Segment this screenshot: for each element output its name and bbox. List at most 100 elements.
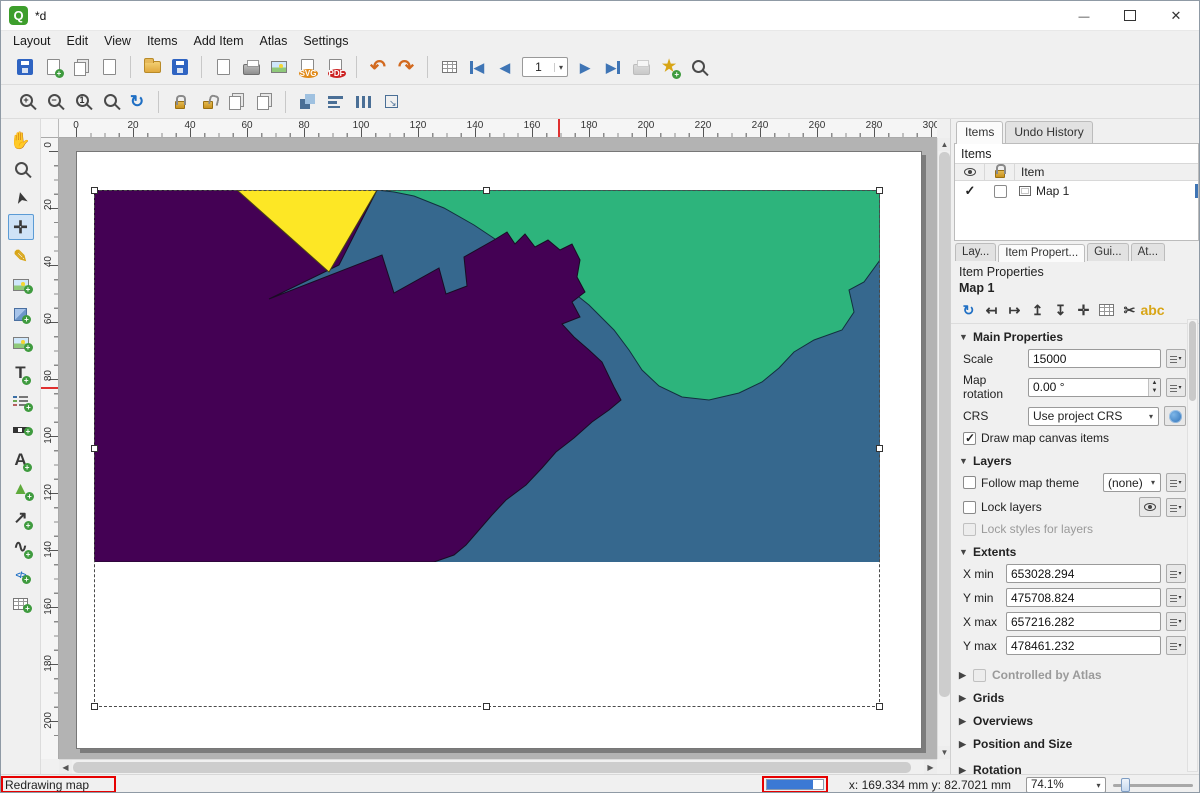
- tab-items[interactable]: Items: [956, 121, 1003, 144]
- y-max-input[interactable]: [1006, 636, 1161, 655]
- section-position-and-size[interactable]: Position and Size: [959, 737, 1186, 751]
- y-min-input[interactable]: [1006, 588, 1161, 607]
- clipping-settings-button[interactable]: ✂: [1118, 298, 1141, 321]
- lock-layers-checkbox[interactable]: [963, 501, 976, 514]
- atlas-prev-button[interactable]: ◀: [491, 53, 519, 81]
- add-html-tool-button[interactable]: </>+: [8, 562, 34, 588]
- canvas-vertical-scrollbar[interactable]: ▲ ▼: [937, 138, 950, 759]
- controlled-by-atlas-checkbox[interactable]: [973, 669, 986, 682]
- add-scalebar-tool-button[interactable]: +: [8, 417, 34, 443]
- vertical-scroll-thumb[interactable]: [939, 152, 950, 697]
- spin-down-icon[interactable]: ▼: [1149, 387, 1160, 396]
- set-canvas-scale-button[interactable]: ↧: [1049, 298, 1072, 321]
- view-map-extent-button[interactable]: ↦: [1003, 298, 1026, 321]
- export-image-button[interactable]: [265, 53, 293, 81]
- data-defined-override-button[interactable]: [1166, 378, 1186, 397]
- atlas-first-button[interactable]: ◀: [463, 53, 491, 81]
- add-map-tool-button[interactable]: +: [8, 272, 34, 298]
- atlas-last-button[interactable]: ▶: [599, 53, 627, 81]
- add-table-tool-button[interactable]: +: [8, 591, 34, 617]
- add-shape-tool-button[interactable]: ▲+: [8, 475, 34, 501]
- section-overviews[interactable]: Overviews: [959, 714, 1186, 728]
- menu-item-settings[interactable]: Settings: [295, 32, 356, 50]
- tab-item-properties[interactable]: Item Propert...: [998, 244, 1085, 262]
- item-row-map1[interactable]: Map 1: [955, 181, 1198, 201]
- tab-atlas[interactable]: At...: [1131, 243, 1165, 261]
- map-rotation-input[interactable]: [1028, 378, 1161, 397]
- add-node-item-tool-button[interactable]: ∿+: [8, 533, 34, 559]
- zoom-slider-handle[interactable]: [1121, 778, 1130, 792]
- add-legend-tool-button[interactable]: +: [8, 388, 34, 414]
- unlock-items-button[interactable]: [194, 88, 222, 116]
- zoom-tool-button[interactable]: [8, 156, 34, 182]
- group-items-button[interactable]: [222, 88, 250, 116]
- maximize-button[interactable]: [1107, 1, 1153, 30]
- select-move-item-tool-button[interactable]: ➤: [8, 185, 34, 211]
- minimize-button[interactable]: [1061, 1, 1107, 30]
- zoom-out-button[interactable]: −: [39, 88, 67, 116]
- refresh-view-button[interactable]: ↻: [123, 88, 151, 116]
- save-layout-button[interactable]: [166, 53, 194, 81]
- data-defined-override-button[interactable]: [1166, 612, 1186, 631]
- refresh-preview-button[interactable]: ↻: [957, 298, 980, 321]
- zoom-full-button[interactable]: [95, 88, 123, 116]
- save-button[interactable]: [11, 53, 39, 81]
- selection-handle-sw[interactable]: [91, 703, 98, 710]
- scale-input[interactable]: [1028, 349, 1161, 368]
- zoom-slider[interactable]: [1113, 775, 1197, 793]
- atlas-next-button[interactable]: ▶: [571, 53, 599, 81]
- tab-undo-history[interactable]: Undo History: [1005, 121, 1092, 143]
- selection-handle-ne[interactable]: [876, 187, 883, 194]
- selection-handle-s[interactable]: [483, 703, 490, 710]
- visibility-cell[interactable]: [955, 183, 985, 199]
- zoom-in-button[interactable]: +: [11, 88, 39, 116]
- menu-item-view[interactable]: View: [96, 32, 139, 50]
- atlas-settings-button[interactable]: ★+: [655, 53, 683, 81]
- redo-button[interactable]: ↷: [392, 53, 420, 81]
- add-arrow-tool-button[interactable]: ↗+: [8, 504, 34, 530]
- horizontal-scroll-thumb[interactable]: [73, 762, 911, 773]
- add-picture-tool-button[interactable]: +: [8, 330, 34, 356]
- open-layout-button[interactable]: [138, 53, 166, 81]
- new-layout-button[interactable]: +: [39, 53, 67, 81]
- menu-item-atlas[interactable]: Atlas: [252, 32, 296, 50]
- layout-canvas[interactable]: [59, 138, 937, 759]
- undo-button[interactable]: ↶: [364, 53, 392, 81]
- selection-handle-se[interactable]: [876, 703, 883, 710]
- section-main-properties[interactable]: Main Properties: [959, 330, 1186, 344]
- print-atlas-button[interactable]: [627, 53, 655, 81]
- export-svg-button[interactable]: SVG: [293, 53, 321, 81]
- grid-settings-button[interactable]: [1095, 298, 1118, 321]
- layer-visibility-button[interactable]: [1139, 497, 1161, 517]
- data-defined-override-button[interactable]: [1166, 564, 1186, 583]
- section-layers[interactable]: Layers: [959, 454, 1186, 468]
- selection-handle-nw[interactable]: [91, 187, 98, 194]
- section-rotation[interactable]: Rotation: [959, 763, 1186, 774]
- distribute-items-button[interactable]: [349, 88, 377, 116]
- move-item-content-tool-button[interactable]: ✛: [8, 214, 34, 240]
- spin-up-icon[interactable]: ▲: [1149, 379, 1160, 388]
- layout-options-button[interactable]: [683, 53, 711, 81]
- follow-map-theme-checkbox[interactable]: [963, 476, 976, 489]
- zoom-level-combo[interactable]: 74.1%: [1026, 777, 1106, 793]
- crs-combo[interactable]: Use project CRS: [1028, 407, 1159, 426]
- properties-scroll-thumb[interactable]: [1189, 321, 1196, 401]
- page-setup-button[interactable]: [209, 53, 237, 81]
- atlas-preview-button[interactable]: [435, 53, 463, 81]
- pan-tool-button[interactable]: ✋: [8, 127, 34, 153]
- item-properties-scroll[interactable]: Main Properties Scale Map rotation ▲▼: [951, 319, 1188, 774]
- scroll-right-icon[interactable]: ▶: [924, 760, 937, 774]
- duplicate-layout-button[interactable]: [67, 53, 95, 81]
- x-max-input[interactable]: [1006, 612, 1161, 631]
- align-items-button[interactable]: [321, 88, 349, 116]
- menu-item-edit[interactable]: Edit: [59, 32, 97, 50]
- section-controlled-by-atlas[interactable]: Controlled by Atlas: [959, 668, 1186, 682]
- lock-cell[interactable]: [985, 185, 1015, 198]
- print-button[interactable]: [237, 53, 265, 81]
- selection-handle-w[interactable]: [91, 445, 98, 452]
- data-defined-override-button[interactable]: [1166, 498, 1186, 517]
- menu-item-layout[interactable]: Layout: [5, 32, 59, 50]
- data-defined-override-button[interactable]: [1166, 349, 1186, 368]
- add-label-tool-button[interactable]: T+: [8, 359, 34, 385]
- x-min-input[interactable]: [1006, 564, 1161, 583]
